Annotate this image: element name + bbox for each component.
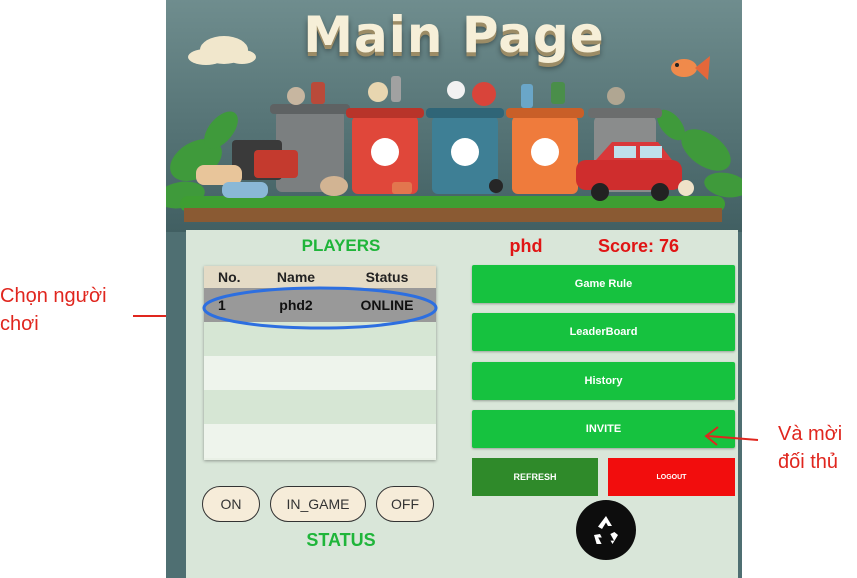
history-button[interactable]: History <box>472 362 735 400</box>
annotation-line: Và mời <box>778 423 843 445</box>
leaderboard-button[interactable]: LeaderBoard <box>472 313 735 351</box>
recycle-bin-red-icon <box>346 108 424 194</box>
selection-highlight <box>202 286 438 330</box>
column-header-status: Status <box>365 269 409 285</box>
annotation-line: đối thủ <box>778 451 839 473</box>
annotation-line: Chọn người <box>0 285 107 307</box>
column-header-no: No. <box>218 269 241 285</box>
score-value: 76 <box>659 236 680 256</box>
username-label: phd <box>509 236 543 256</box>
status-in-game-button[interactable]: IN_GAME <box>270 486 366 522</box>
players-heading: PLAYERS <box>301 236 381 255</box>
status-on-button[interactable]: ON <box>202 486 260 522</box>
status-heading: STATUS <box>306 530 376 550</box>
status-off-button[interactable]: OFF <box>376 486 434 522</box>
recycle-bin-orange-icon <box>506 108 584 194</box>
annotation-line: chơi <box>0 313 39 335</box>
score-label: Score: <box>598 236 655 256</box>
main-panel: PLAYERS phd Score: 76 No. Name Status 1 … <box>186 230 738 578</box>
annotation-invite-opponent: Và mời đối thủ <box>778 420 842 476</box>
table-row-empty <box>204 424 436 458</box>
banner: Main Page <box>166 0 742 232</box>
recycle-button[interactable] <box>576 500 636 560</box>
main-page-window: Main Page PLAYERS phd Score: 76 No. Name… <box>166 0 742 578</box>
table-row-empty <box>204 356 436 390</box>
arrow-left-icon <box>704 426 759 446</box>
invite-button[interactable]: INVITE <box>472 410 735 448</box>
column-header-name: Name <box>276 269 316 285</box>
logout-button[interactable]: LOGOUT <box>608 458 735 496</box>
score-display: Score: 76 <box>598 236 679 257</box>
refresh-button[interactable]: REFRESH <box>472 458 598 496</box>
table-row-empty <box>204 390 436 424</box>
annotation-select-player: Chọn người chơi <box>0 282 107 338</box>
game-rule-button[interactable]: Game Rule <box>472 265 735 303</box>
page-title: Main Page <box>303 6 605 64</box>
recycle-icon <box>594 516 618 544</box>
